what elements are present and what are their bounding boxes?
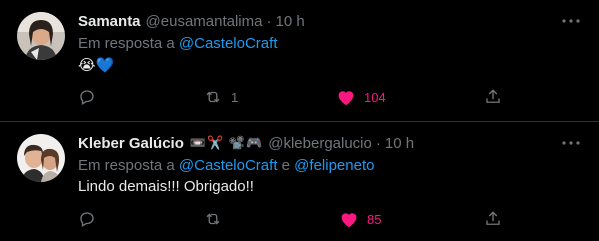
retweet-count: 1 [231,89,239,105]
tweet[interactable]: Kleber Galúcio 📼✂️ 📽️🎮 @klebergalucio · … [0,122,599,241]
timestamp[interactable]: 10 h [275,13,304,30]
retweet-button[interactable]: 1 [203,87,238,107]
tweet-text: 😭💙 [78,57,115,74]
like-icon [338,91,354,106]
replying-prefix: Em resposta a [78,35,175,52]
replying-to: Em resposta a @CasteloCraft e @felipenet… [78,157,374,174]
retweet-button[interactable] [203,209,223,229]
share-icon [486,89,500,103]
reply-icon [80,212,94,227]
reply-button[interactable] [78,87,96,107]
replying-prefix: Em resposta a [78,157,175,174]
more-icon [562,19,580,23]
share-icon [486,211,500,225]
tweet-header: Kleber Galúcio 📼✂️ 📽️🎮 @klebergalucio · … [78,133,559,153]
reply-icon [80,90,94,105]
tweet-actions: 85 [78,209,503,229]
timestamp[interactable]: 10 h [385,135,414,152]
mention-link[interactable]: @CasteloCraft [179,157,278,174]
tweet-text: Lindo demais!!! Obrigado!! [78,178,254,195]
retweet-icon [206,91,220,103]
display-name[interactable]: Samanta [78,13,141,30]
more-options-button[interactable] [561,134,581,152]
user-handle[interactable]: @eusamantalima [146,13,263,30]
mention-link[interactable]: @felipeneto [294,157,374,174]
like-button[interactable]: 104 [336,87,386,107]
tweet-actions: 1 104 [78,87,503,107]
tweet-header: Samanta @eusamantalima · 10 h [78,11,559,31]
like-icon [341,213,357,228]
share-button[interactable] [484,209,502,229]
avatar[interactable] [17,134,65,182]
more-options-button[interactable] [561,12,581,30]
name-emojis: 📼✂️ 📽️🎮 [189,135,264,150]
tweet[interactable]: Samanta @eusamantalima · 10 h Em respost… [0,0,599,122]
avatar[interactable] [17,12,65,60]
separator-dot: · [375,134,381,152]
reply-button[interactable] [78,209,96,229]
mention-joiner: e [281,157,290,174]
retweet-icon [206,213,220,225]
display-name[interactable]: Kleber Galúcio [78,135,184,152]
like-count: 85 [367,211,382,227]
replying-to: Em resposta a @CasteloCraft [78,35,277,52]
mention-link[interactable]: @CasteloCraft [179,35,278,52]
user-handle[interactable]: @klebergalucio [268,135,372,152]
more-icon [562,141,580,145]
share-button[interactable] [484,87,502,107]
separator-dot: · [266,12,272,30]
like-button[interactable]: 85 [339,209,381,229]
like-count: 104 [364,89,386,105]
